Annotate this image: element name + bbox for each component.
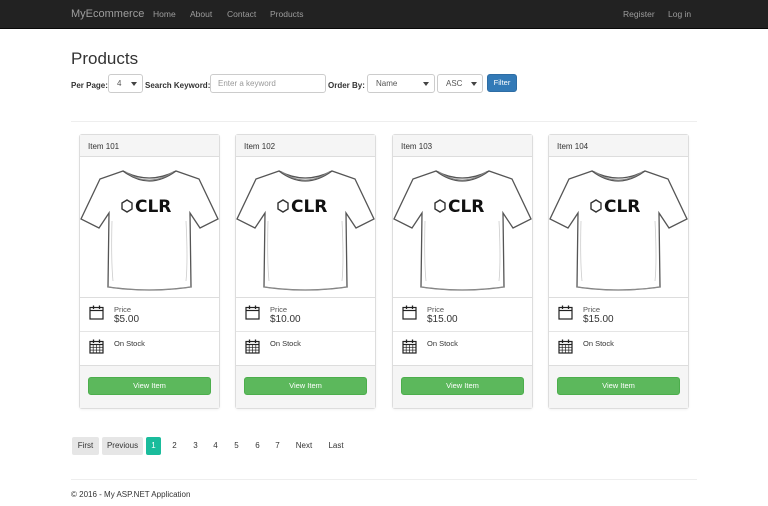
pagination-page-1[interactable]: 1 (146, 437, 161, 455)
price-row: Price $15.00 (393, 298, 532, 332)
product-name: Item 104 (549, 135, 688, 157)
chevron-down-icon (471, 82, 477, 86)
view-item-button[interactable]: View Item (88, 377, 211, 395)
price-label: Price (583, 305, 601, 314)
calendar-grid-icon (558, 339, 573, 354)
price-value: $5.00 (114, 314, 140, 325)
stock-row: On Stock (393, 332, 532, 366)
calendar-icon (245, 305, 260, 320)
price-label: Price (427, 305, 445, 314)
page-title: Products (71, 49, 139, 68)
footer-divider (71, 479, 697, 480)
stock-row: On Stock (80, 332, 219, 366)
pagination-page-2[interactable]: 2 (167, 437, 182, 455)
pagination-previous[interactable]: Previous (102, 437, 143, 455)
stock-status: On Stock (270, 339, 301, 348)
product-name: Item 101 (80, 135, 219, 157)
login-link[interactable]: Log in (668, 9, 691, 19)
register-link[interactable]: Register (623, 9, 655, 19)
clr-logo-text: CLR (604, 197, 640, 217)
calendar-icon (558, 305, 573, 320)
nav-about-link[interactable]: About (190, 9, 212, 19)
stock-status: On Stock (427, 339, 458, 348)
card-footer: View Item (236, 365, 375, 408)
pagination-page-7[interactable]: 7 (270, 437, 285, 455)
product-name: Item 103 (393, 135, 532, 157)
product-card: Item 101 CLR Price $5.00 On Stock View I… (79, 134, 220, 409)
tshirt-image: CLR (80, 170, 219, 291)
pagination-last[interactable]: Last (325, 437, 347, 455)
top-navbar: MyEcommerce Home About Contact Products … (0, 0, 768, 29)
price-value: $15.00 (583, 314, 614, 325)
tshirt-image: CLR (393, 170, 532, 291)
price-row: Price $10.00 (236, 298, 375, 332)
per-page-select[interactable]: 4 (108, 74, 143, 93)
pagination-first[interactable]: First (72, 437, 99, 455)
stock-status: On Stock (583, 339, 614, 348)
product-image[interactable]: CLR (236, 157, 375, 298)
price-value: $10.00 (270, 314, 301, 325)
tshirt-image: CLR (236, 170, 375, 291)
brand-link[interactable]: MyEcommerce (71, 8, 144, 20)
price-row: Price $15.00 (549, 298, 688, 332)
product-image[interactable]: CLR (393, 157, 532, 298)
divider (71, 121, 697, 122)
order-by-value: Name (376, 79, 398, 88)
calendar-grid-icon (245, 339, 260, 354)
sort-direction-value: ASC (446, 79, 463, 88)
product-card: Item 104 CLR Price $15.00 On Stock View … (548, 134, 689, 409)
calendar-grid-icon (89, 339, 104, 354)
calendar-icon (89, 305, 104, 320)
card-footer: View Item (80, 365, 219, 408)
filter-button[interactable]: Filter (487, 74, 517, 92)
footer-copyright: © 2016 - My ASP.NET Application (71, 490, 191, 499)
nav-contact-link[interactable]: Contact (227, 9, 256, 19)
stock-row: On Stock (549, 332, 688, 366)
pagination-next[interactable]: Next (292, 437, 316, 455)
search-input[interactable]: Enter a keyword (210, 74, 326, 93)
order-by-label: Order By: (328, 81, 365, 90)
product-image[interactable]: CLR (80, 157, 219, 298)
nav-products-link[interactable]: Products (270, 9, 304, 19)
calendar-icon (402, 305, 417, 320)
per-page-label: Per Page: (71, 81, 108, 90)
pagination-page-6[interactable]: 6 (250, 437, 265, 455)
search-keyword-label: Search Keyword: (145, 81, 211, 90)
pagination-page-4[interactable]: 4 (208, 437, 223, 455)
stock-status: On Stock (114, 339, 145, 348)
pagination-page-5[interactable]: 5 (229, 437, 244, 455)
price-value: $15.00 (427, 314, 458, 325)
chevron-down-icon (423, 82, 429, 86)
calendar-grid-icon (402, 339, 417, 354)
price-row: Price $5.00 (80, 298, 219, 332)
clr-logo-text: CLR (291, 197, 327, 217)
product-image[interactable]: CLR (549, 157, 688, 298)
order-by-select[interactable]: Name (367, 74, 435, 93)
search-placeholder: Enter a keyword (218, 79, 276, 88)
card-footer: View Item (549, 365, 688, 408)
view-item-button[interactable]: View Item (244, 377, 367, 395)
pagination-page-3[interactable]: 3 (188, 437, 203, 455)
view-item-button[interactable]: View Item (401, 377, 524, 395)
clr-logo-text: CLR (135, 197, 171, 217)
nav-home-link[interactable]: Home (153, 9, 176, 19)
sort-direction-select[interactable]: ASC (437, 74, 483, 93)
product-name: Item 102 (236, 135, 375, 157)
price-label: Price (270, 305, 288, 314)
product-card: Item 102 CLR Price $10.00 On Stock View … (235, 134, 376, 409)
price-label: Price (114, 305, 132, 314)
view-item-button[interactable]: View Item (557, 377, 680, 395)
clr-logo-text: CLR (448, 197, 484, 217)
card-footer: View Item (393, 365, 532, 408)
tshirt-image: CLR (549, 170, 688, 291)
stock-row: On Stock (236, 332, 375, 366)
chevron-down-icon (131, 82, 137, 86)
product-card: Item 103 CLR Price $15.00 On Stock View … (392, 134, 533, 409)
per-page-value: 4 (117, 79, 122, 88)
